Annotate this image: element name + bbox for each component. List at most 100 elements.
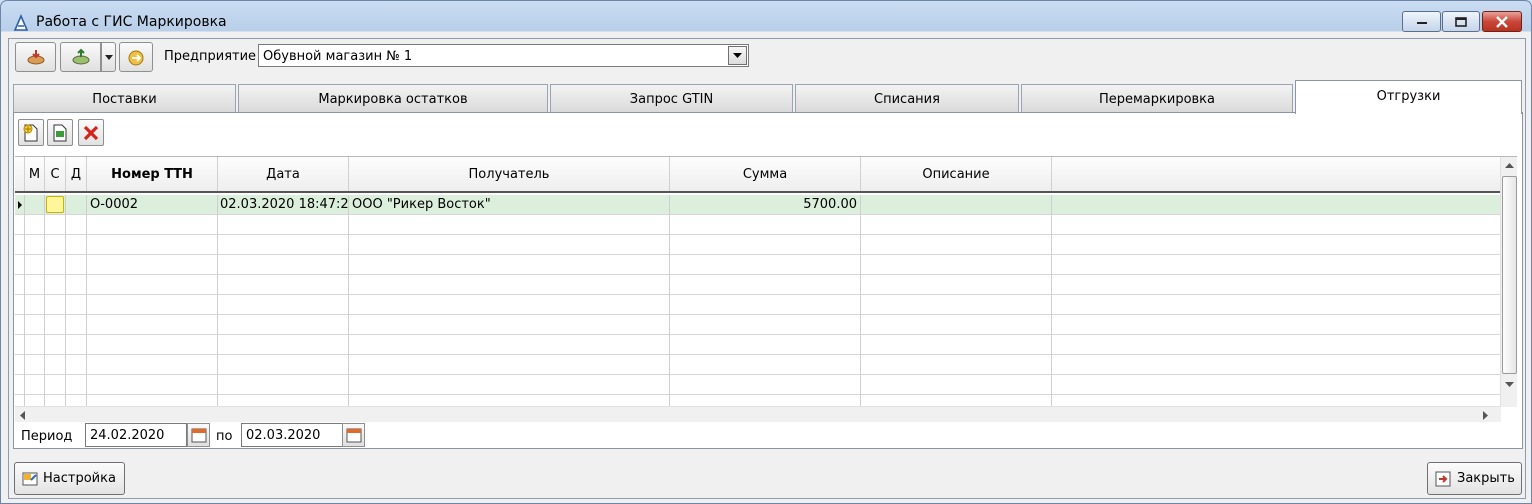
tab-spisaniya[interactable]: Списания [795,84,1019,113]
table-row[interactable]: О-0002 02.03.2020 18:47:2? ООО "Рикер Во… [15,195,1501,215]
edit-document-icon [53,124,67,141]
vertical-scrollbar[interactable] [1500,157,1517,407]
close-button[interactable]: Закрыть [1427,462,1522,495]
tab-otgruzki[interactable]: Отгрузки [1295,80,1522,114]
chevron-down-icon [733,53,742,58]
row-indicator [15,195,25,215]
empty-cell [349,295,670,315]
empty-table-row [15,275,1501,295]
maximize-button[interactable] [1442,11,1480,32]
empty-cell [218,255,349,275]
period-from-calendar-button[interactable] [187,423,210,447]
empty-table-row [15,315,1501,335]
add-document-button[interactable] [18,119,44,146]
tab-postavki[interactable]: Поставки [13,84,236,113]
empty-cell [218,335,349,355]
scroll-left-icon [20,411,25,420]
empty-cell [218,275,349,295]
empty-table-row [15,335,1501,355]
settings-button[interactable]: Настройка [14,462,125,495]
empty-cell [66,235,87,255]
cell-ttn: О-0002 [87,195,218,215]
empty-cell [349,275,670,295]
exchange-button[interactable] [119,42,153,72]
column-header-c[interactable]: С [45,157,66,191]
column-header-date[interactable]: Дата [218,157,349,191]
tab-markirovka-ostatkov[interactable]: Маркировка остатков [238,84,548,113]
empty-cell [670,335,861,355]
new-document-icon [23,124,38,141]
period-from-input[interactable]: 24.02.2020 [85,423,187,447]
status-swatch [46,196,64,213]
column-header-ttn[interactable]: Номер ТТН [87,157,218,191]
edit-document-button[interactable] [47,119,73,146]
empty-cell [861,355,1052,375]
minimize-icon [1403,12,1440,31]
column-header-description[interactable]: Описание [861,157,1052,191]
vertical-scroll-thumb[interactable] [1502,176,1517,374]
enterprise-select[interactable]: Обувной магазин № 1 [258,44,749,67]
empty-table-row [15,255,1501,275]
empty-cell [25,335,45,355]
period-to-value: 02.03.2020 [246,428,321,443]
empty-table-row [15,355,1501,375]
empty-cell [45,295,66,315]
empty-cell [87,315,218,335]
empty-cell [25,315,45,335]
tab-peremarkirovka[interactable]: Перемаркировка [1021,84,1293,113]
cell-sum: 5700.00 [670,195,861,215]
main-window: Работа с ГИС Маркировка Предприятие Обув… [0,0,1532,504]
shipments-table: М С Д Номер ТТН Дата Получатель Сумма Оп… [15,156,1517,422]
exchange-icon [128,50,144,66]
empty-cell [87,375,218,395]
empty-cell [861,335,1052,355]
download-button[interactable] [15,42,56,72]
empty-cell [87,255,218,275]
enterprise-dropdown-button[interactable] [728,46,747,65]
tab-label: Поставки [92,91,157,107]
empty-cell [15,375,25,395]
empty-cell [87,295,218,315]
delete-document-button[interactable] [78,119,104,146]
upload-menu-button[interactable] [101,42,116,72]
empty-cell [861,375,1052,395]
empty-cell [670,255,861,275]
column-header-sum[interactable]: Сумма [670,157,861,191]
empty-cell [861,315,1052,335]
minimize-button[interactable] [1402,11,1441,32]
empty-cell [349,335,670,355]
period-to-input[interactable]: 02.03.2020 [241,423,343,447]
cell-m [25,195,45,215]
empty-cell [45,255,66,275]
upload-button[interactable] [60,42,101,72]
empty-cell [670,295,861,315]
empty-cell [670,275,861,295]
row-pointer-icon [18,201,22,209]
empty-cell [87,235,218,255]
period-label: Период [21,429,73,444]
window-client: Предприятие Обувной магазин № 1 Поставки… [8,38,1526,499]
tab-label: Перемаркировка [1098,91,1216,107]
empty-cell [66,275,87,295]
empty-cell [349,215,670,235]
column-header-m[interactable]: М [25,157,45,191]
empty-cell [66,215,87,235]
cell-description [861,195,1052,215]
close-window-button[interactable] [1482,11,1522,32]
close-label: Закрыть [1457,471,1515,486]
column-header-d[interactable]: Д [66,157,87,191]
settings-label: Настройка [43,471,116,486]
empty-cell [45,335,66,355]
tab-zapros-gtin[interactable]: Запрос GTIN [550,84,793,113]
column-header-recipient[interactable]: Получатель [349,157,670,191]
empty-cell [15,275,25,295]
period-to-calendar-button[interactable] [342,423,365,447]
empty-cell [218,235,349,255]
tab-label: Запрос GTIN [629,91,714,107]
empty-cell [349,315,670,335]
empty-cell [15,355,25,375]
empty-cell [87,275,218,295]
horizontal-scrollbar[interactable] [15,406,1501,422]
empty-cell [66,335,87,355]
empty-cell [25,275,45,295]
